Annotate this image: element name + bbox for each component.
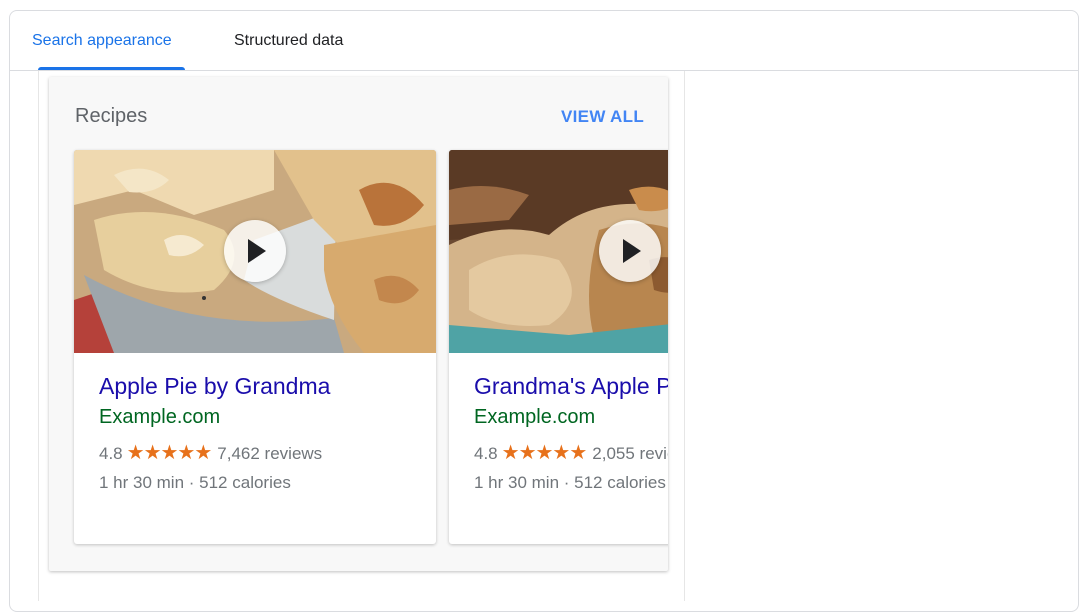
recipe-thumbnail[interactable] xyxy=(449,150,668,353)
active-tab-indicator xyxy=(38,67,185,70)
star-icon: ★★★★★ xyxy=(501,442,588,464)
recipe-rating: 4.8 ★★★★★ 7,462 reviews xyxy=(99,440,322,465)
tab-search-appearance[interactable]: Search appearance xyxy=(32,11,172,70)
rating-value: 4.8 xyxy=(99,444,123,463)
recipe-meta: 1 hr 30 min · 512 calories xyxy=(474,473,666,492)
carousel-title: Recipes xyxy=(75,105,148,127)
play-icon[interactable] xyxy=(224,220,286,282)
star-icon: ★★★★★ xyxy=(126,442,213,464)
play-icon[interactable] xyxy=(599,220,661,282)
recipe-card[interactable]: Apple Pie by Grandma Example.com 4.8 ★★★★… xyxy=(74,150,436,544)
recipes-carousel: Recipes VIEW ALL Apple Pie by Grandma Ex… xyxy=(49,77,668,571)
search-preview-pane[interactable]: Recipes VIEW ALL Apple Pie by Grandma Ex… xyxy=(38,71,685,601)
tab-bar: Search appearance Structured data xyxy=(10,11,1078,71)
recipe-meta: 1 hr 30 min · 512 calories xyxy=(99,473,291,492)
recipe-site: Example.com xyxy=(99,406,221,428)
tab-structured-data[interactable]: Structured data xyxy=(234,11,343,70)
review-count: 7,462 reviews xyxy=(217,444,323,463)
recipe-thumbnail[interactable] xyxy=(74,150,436,353)
recipe-site: Example.com xyxy=(474,406,596,428)
recipe-title[interactable]: Apple Pie by Grandma xyxy=(99,373,330,400)
rating-value: 4.8 xyxy=(474,444,498,463)
review-count: 2,055 reviews xyxy=(592,444,668,463)
recipe-rating: 4.8★★★★★2,055 reviews xyxy=(474,440,668,465)
recipe-card[interactable]: Grandma's Apple Pie Example.com 4.8 ★★★★★… xyxy=(449,150,668,544)
view-all-link[interactable]: VIEW ALL xyxy=(561,107,644,127)
recipe-title[interactable]: Grandma's Apple Pie xyxy=(474,373,668,400)
rich-results-panel: Search appearance Structured data Recipe… xyxy=(9,10,1079,612)
